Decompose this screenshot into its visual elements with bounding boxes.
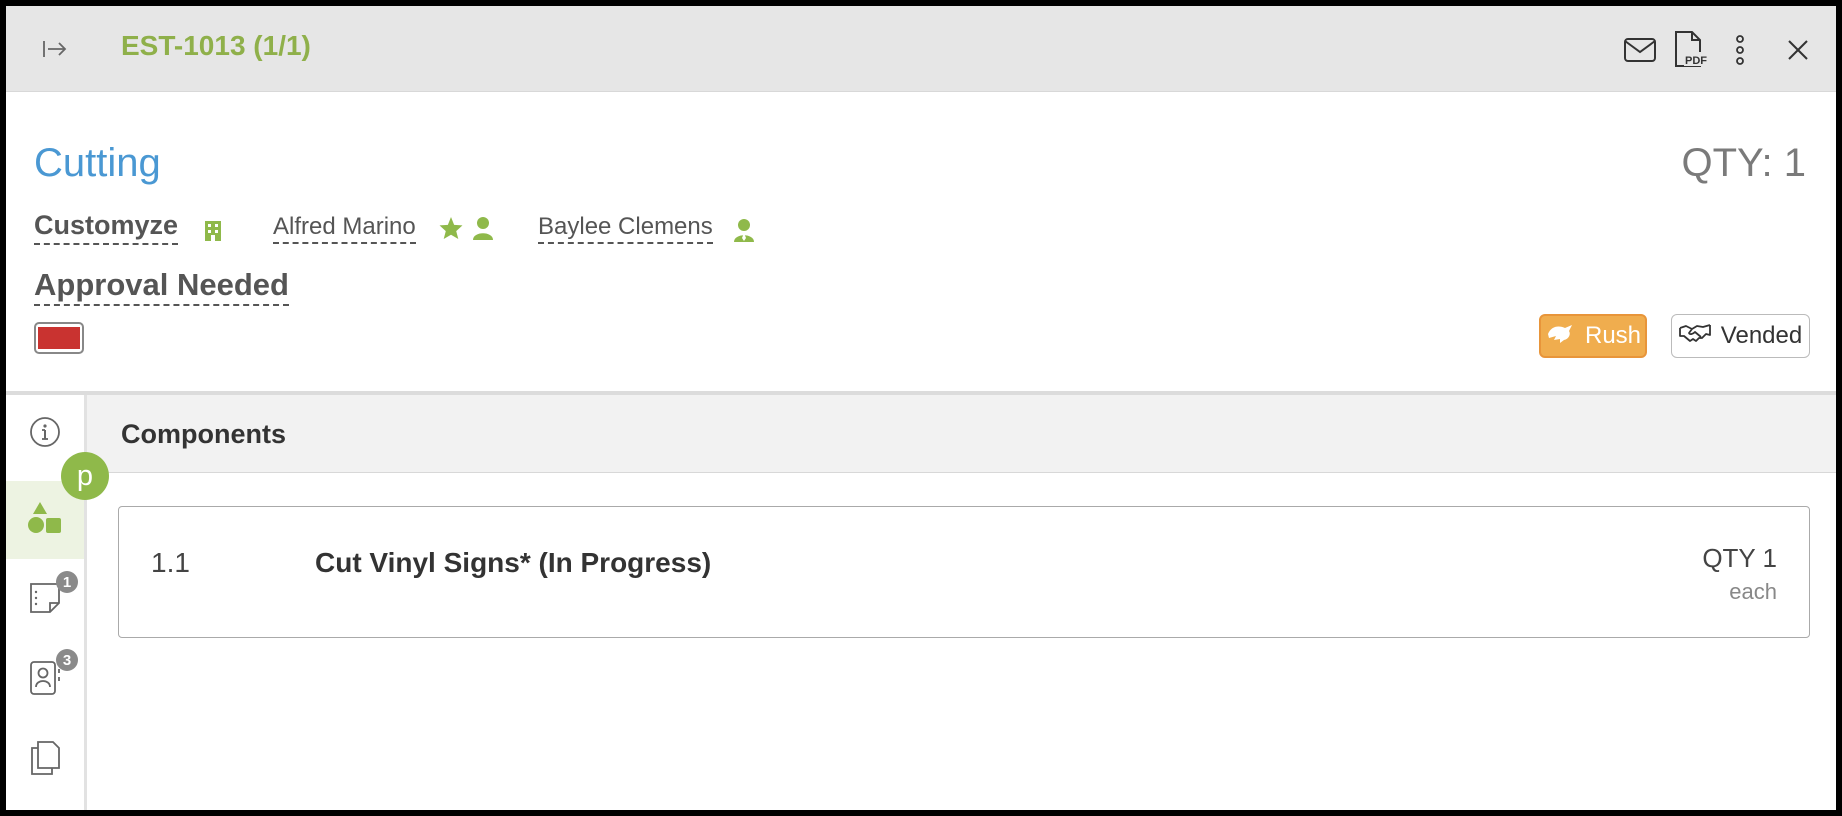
estimate-window: EST-1013 (1/1) PDF Cutting QTY: 1 Custom… [6, 6, 1836, 810]
vended-label: Vended [1720, 322, 1803, 349]
component-unit: each [1729, 579, 1777, 604]
info-icon [29, 416, 61, 453]
pdf-icon[interactable]: PDF [1670, 28, 1710, 72]
secondary-contact-link[interactable]: Baylee Clemens [538, 213, 713, 245]
handshake-icon [1678, 322, 1711, 351]
more-icon[interactable] [1728, 32, 1752, 68]
user-avatar-bubble[interactable]: p [61, 452, 109, 500]
rush-icon [1545, 322, 1575, 351]
primary-contact-link[interactable]: Alfred Marino [273, 213, 416, 245]
svg-text:PDF: PDF [1685, 55, 1707, 67]
customer-link[interactable]: Customyze [34, 210, 179, 245]
sidebar-item-notes[interactable]: 1 [6, 561, 84, 639]
documents-icon [28, 740, 62, 781]
sidebar-item-documents[interactable] [6, 721, 84, 799]
component-qty: QTY 1 [1702, 543, 1777, 573]
rush-label: Rush [1584, 322, 1642, 349]
component-number: 1.1 [151, 547, 190, 578]
notes-count-badge: 1 [56, 571, 78, 593]
component-row[interactable]: 1.1 Cut Vinyl Signs* (In Progress) QTY 1… [118, 506, 1810, 638]
components-header: Components [87, 395, 1836, 473]
star-icon [438, 216, 464, 245]
rush-button[interactable]: Rush [1539, 314, 1647, 358]
estimate-title: EST-1013 (1/1) [121, 30, 311, 61]
collapse-icon[interactable] [38, 32, 72, 66]
email-icon[interactable] [1622, 34, 1658, 66]
component-name: Cut Vinyl Signs* (In Progress) [315, 547, 712, 578]
sidebar-item-contacts[interactable]: 3 [6, 641, 84, 719]
shapes-icon [27, 500, 63, 541]
employee-icon [733, 218, 755, 247]
company-icon [204, 220, 222, 247]
vended-button[interactable]: Vended [1671, 314, 1810, 358]
panel-title: Components [121, 419, 286, 449]
color-swatch-fill [38, 327, 80, 349]
person-icon [472, 216, 494, 245]
close-icon[interactable] [1782, 34, 1814, 66]
status-link[interactable]: Approval Needed [34, 267, 289, 307]
top-bar: EST-1013 (1/1) PDF [6, 6, 1836, 92]
contacts-count-badge: 3 [56, 649, 78, 671]
order-quantity: QTY: 1 [1681, 141, 1807, 185]
color-swatch[interactable] [34, 322, 84, 354]
stage-title: Cutting [34, 141, 161, 185]
